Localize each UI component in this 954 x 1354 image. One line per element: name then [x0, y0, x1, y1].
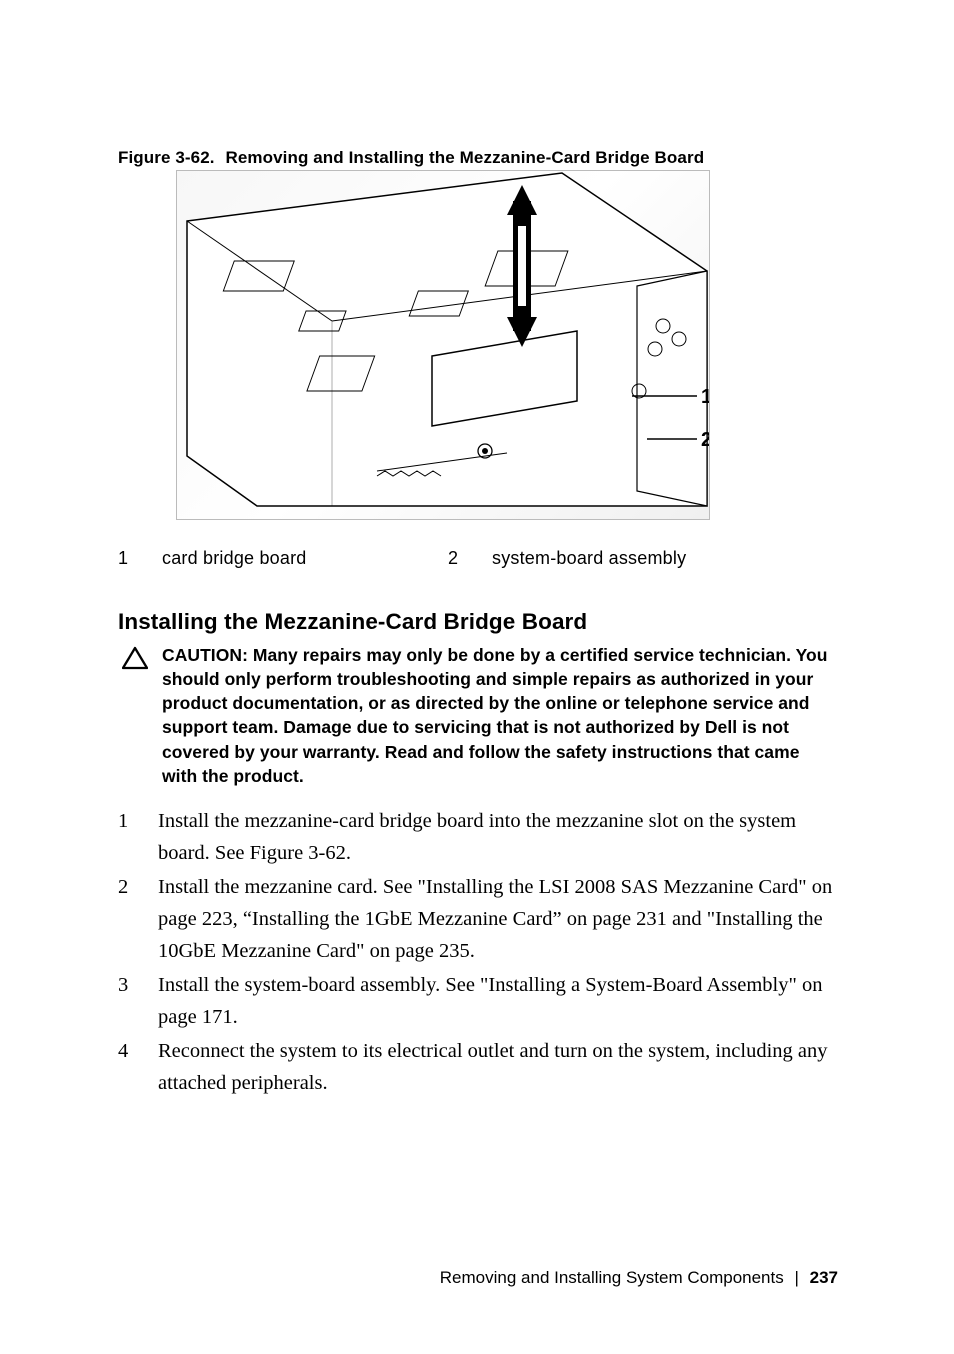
legend-label-2: system-board assembly: [492, 548, 778, 569]
step-2: Install the mezzanine card. See "Install…: [118, 872, 838, 968]
callout-2: 2: [701, 429, 709, 451]
callout-1: 1: [701, 386, 709, 408]
legend-num-2: 2: [448, 548, 492, 569]
step-3: Install the system-board assembly. See "…: [118, 970, 838, 1034]
figure-number: Figure 3-62.: [118, 148, 215, 167]
page-footer: Removing and Installing System Component…: [440, 1268, 838, 1288]
figure-title: Removing and Installing the Mezzanine-Ca…: [225, 148, 704, 167]
step-1: Install the mezzanine-card bridge board …: [118, 806, 838, 870]
page-number: 237: [810, 1268, 838, 1287]
footer-text: Removing and Installing System Component…: [440, 1268, 784, 1287]
legend-label-1: card bridge board: [162, 548, 448, 569]
figure-illustration: 1 2: [176, 170, 710, 520]
caution-text: CAUTION: Many repairs may only be done b…: [162, 643, 838, 788]
step-4: Reconnect the system to its electrical o…: [118, 1036, 838, 1100]
caution-icon: [122, 646, 148, 675]
figure-legend: 1 card bridge board 2 system-board assem…: [118, 548, 838, 569]
page: Figure 3-62. Removing and Installing the…: [0, 0, 954, 1354]
figure-caption: Figure 3-62. Removing and Installing the…: [118, 148, 838, 168]
mezzanine-diagram-svg: 1 2: [177, 171, 709, 519]
caution-block: CAUTION: Many repairs may only be done b…: [122, 643, 838, 788]
section-heading: Installing the Mezzanine-Card Bridge Boa…: [118, 609, 838, 635]
legend-num-1: 1: [118, 548, 162, 569]
footer-divider: |: [794, 1268, 798, 1287]
procedure-steps: Install the mezzanine-card bridge board …: [118, 806, 838, 1100]
